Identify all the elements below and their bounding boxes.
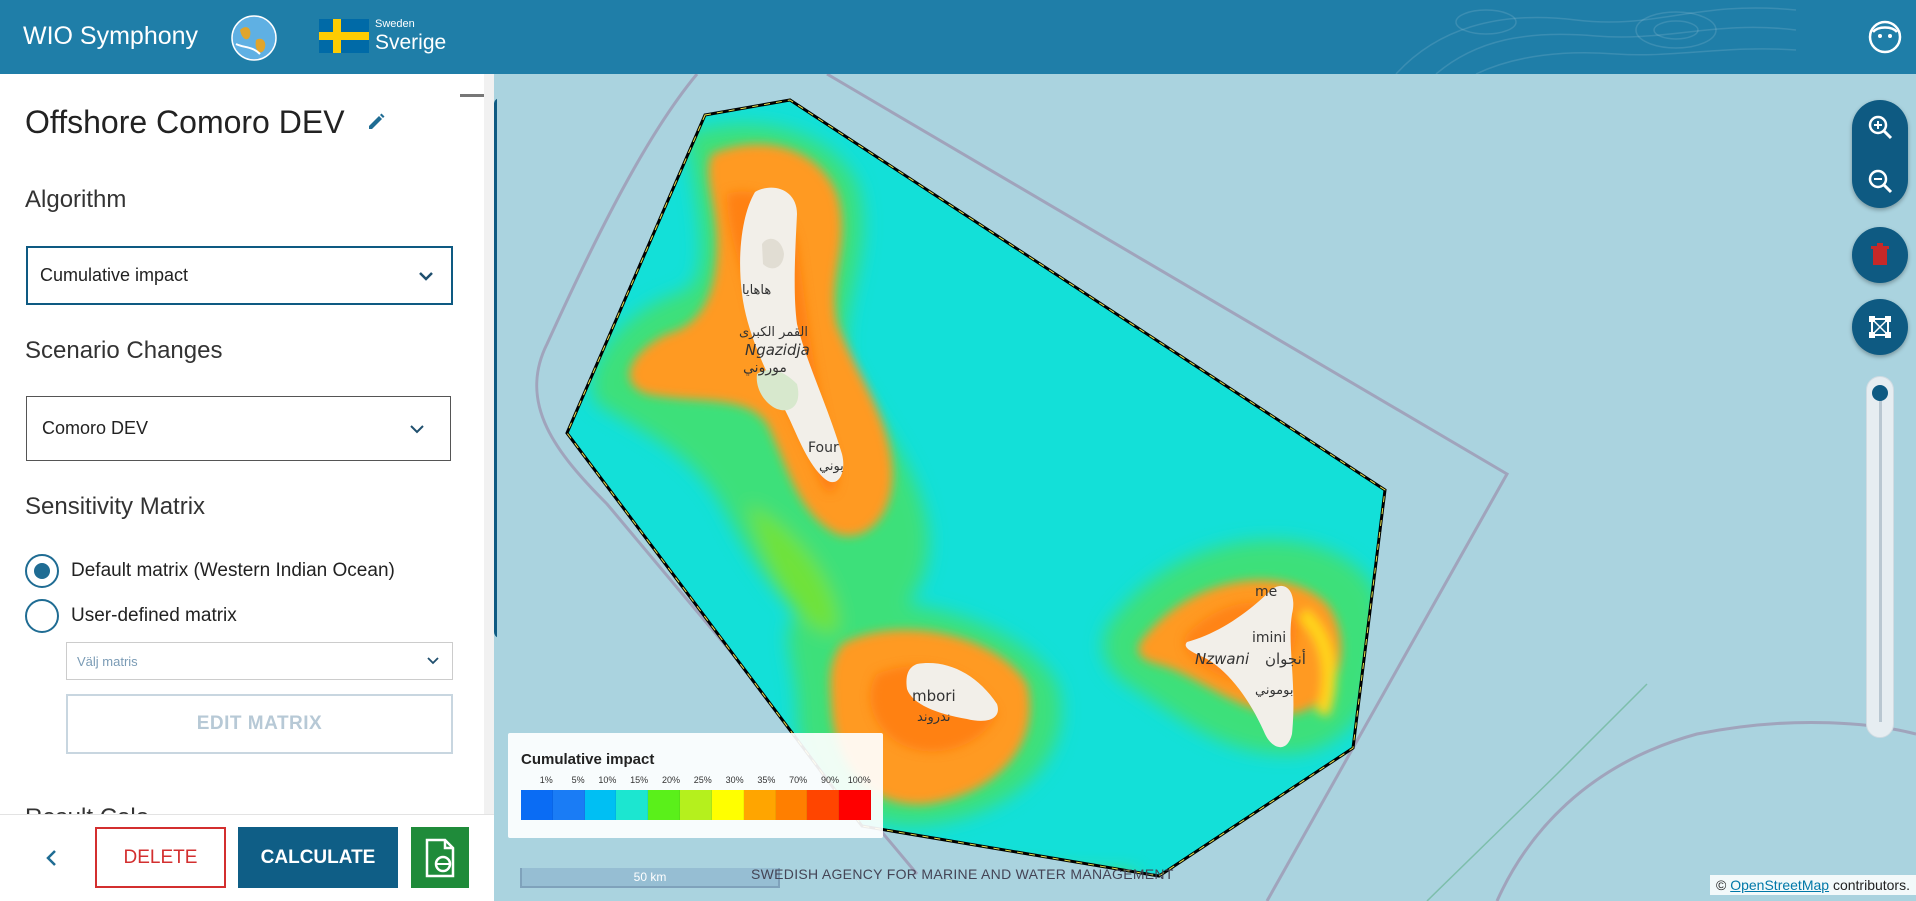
shipping-line [1426,683,1648,901]
legend-tick: 90% [820,775,839,785]
calculate-button[interactable]: CALCULATE [238,827,398,888]
place-label: بوني [819,459,844,474]
legend-tick: 1% [539,775,553,785]
chevron-down-icon [427,657,439,665]
openstreetmap-link[interactable]: OpenStreetMap [1730,877,1829,893]
agency-watermark: SWEDISH AGENCY FOR MARINE AND WATER MANA… [751,866,1174,882]
legend-swatch [521,790,553,820]
delete-button[interactable]: DELETE [95,827,226,888]
place-label: هاهايا [742,283,771,298]
edit-matrix-button[interactable]: EDIT MATRIX [66,694,453,754]
place-label: Four [808,440,839,456]
place-label: ندروند [917,710,950,725]
panel-footer: DELETE CALCULATE [0,814,494,901]
chevron-down-icon [419,271,433,281]
matrix-select-placeholder: Välj matris [77,653,138,669]
minimize-handle[interactable] [460,94,484,97]
legend-tick: 100% [847,775,871,785]
algorithm-select-value: Cumulative impact [40,265,189,285]
legend-tick: 30% [725,775,744,785]
scenario-changes-select[interactable]: Comoro DEV [26,396,451,461]
legend-tick: 35% [757,775,776,785]
report-document-icon [425,838,455,877]
slider-thumb[interactable] [1872,385,1888,401]
legend-swatch [616,790,649,820]
place-label: Nzwani [1195,650,1250,668]
sensitivity-matrix-label: Sensitivity Matrix [25,493,206,520]
zoom-out-icon [1868,169,1893,194]
sverige-label: Sverige [375,31,447,54]
zoom-in-button[interactable] [1852,100,1908,154]
legend-tick: 25% [693,775,712,785]
edit-polygon-button[interactable] [1852,299,1908,355]
result-colors-label: Result Colo [25,804,149,814]
legend-swatch [552,790,585,820]
app-title[interactable]: WIO Symphony [23,22,198,51]
sweden-logo: Sweden Sverige [319,19,446,53]
scale-bar: 50 km [520,868,780,888]
globe-logo-icon [231,15,277,61]
legend-title: Cumulative impact [521,751,655,768]
panel-scrollbar[interactable] [484,74,494,814]
panel-scroll-area: Offshore Comoro DEV Algorithm Cumulative… [0,74,484,814]
top-bar: WIO Symphony Sweden Sverige [0,0,1916,74]
sweden-label: Sweden [375,18,415,30]
attribution-suffix: contributors. [1832,877,1910,893]
delete-area-button[interactable] [1852,227,1908,283]
zoom-out-button[interactable] [1852,154,1908,208]
radio-button[interactable] [25,599,59,633]
place-label: القمر الكبرى [739,325,808,340]
legend-color-bar [521,790,871,820]
contour-decoration [1395,7,1796,74]
chevron-down-icon [410,424,424,433]
radio-button[interactable] [25,554,59,588]
scenario-changes-label: Scenario Changes [25,337,223,364]
edit-pencil-icon[interactable] [366,112,386,132]
place-label: imini [1252,630,1286,646]
scenario-title: Offshore Comoro DEV [25,104,345,140]
legend-swatch [807,790,840,820]
back-chevron-icon[interactable] [40,846,64,870]
legend-ticks: 1% 5% 10% 15% 20% 25% 30% 35% 70% 90% 10… [521,775,871,785]
zoom-in-icon [1868,115,1893,140]
place-label: أنجوان [1265,649,1306,668]
legend-swatch [711,790,744,820]
legend-tick: 15% [630,775,649,785]
algorithm-label: Algorithm [25,186,127,213]
radio-user-defined-matrix[interactable]: User-defined matrix [25,599,237,633]
algorithm-select[interactable]: Cumulative impact [26,246,453,305]
place-label: me [1255,584,1277,600]
report-button[interactable] [411,827,469,888]
place-label: Ngazidja [745,341,810,359]
radio-label: Default matrix (Western Indian Ocean) [71,560,395,581]
matrix-select[interactable]: Välj matris [66,642,453,680]
place-label: موروني [743,360,787,376]
legend-tick: 20% [661,775,680,785]
place-label: بوموني [1255,683,1293,698]
legend-swatch [775,790,808,820]
legend-swatch [680,790,712,820]
sweden-flag-icon [319,19,369,53]
legend-tick: 70% [789,775,808,785]
legend-swatch [584,790,617,820]
zoom-controls [1852,100,1908,208]
user-avatar-icon[interactable] [1868,20,1902,54]
opacity-slider[interactable] [1866,376,1894,738]
legend-swatch [648,790,681,820]
map-attribution: © OpenStreetMap contributors. [1710,875,1916,895]
trash-icon [1871,243,1889,265]
slider-rail [1879,397,1882,722]
legend-tick: 10% [598,775,617,785]
polygon-edit-icon [1869,316,1891,338]
legend-tick: 5% [571,775,585,785]
scenario-panel: Offshore Comoro DEV Algorithm Cumulative… [0,74,494,901]
legend-swatch [743,790,776,820]
legend-swatch [839,790,871,820]
radio-default-matrix[interactable]: Default matrix (Western Indian Ocean) [25,554,395,588]
attribution-prefix: © [1716,877,1727,893]
place-label: mbori [912,687,956,705]
radio-label: User-defined matrix [71,605,237,626]
impact-legend: Cumulative impact 1% 5% 10% 15% 20% 25% … [508,733,883,838]
scenario-changes-select-value: Comoro DEV [42,418,149,438]
